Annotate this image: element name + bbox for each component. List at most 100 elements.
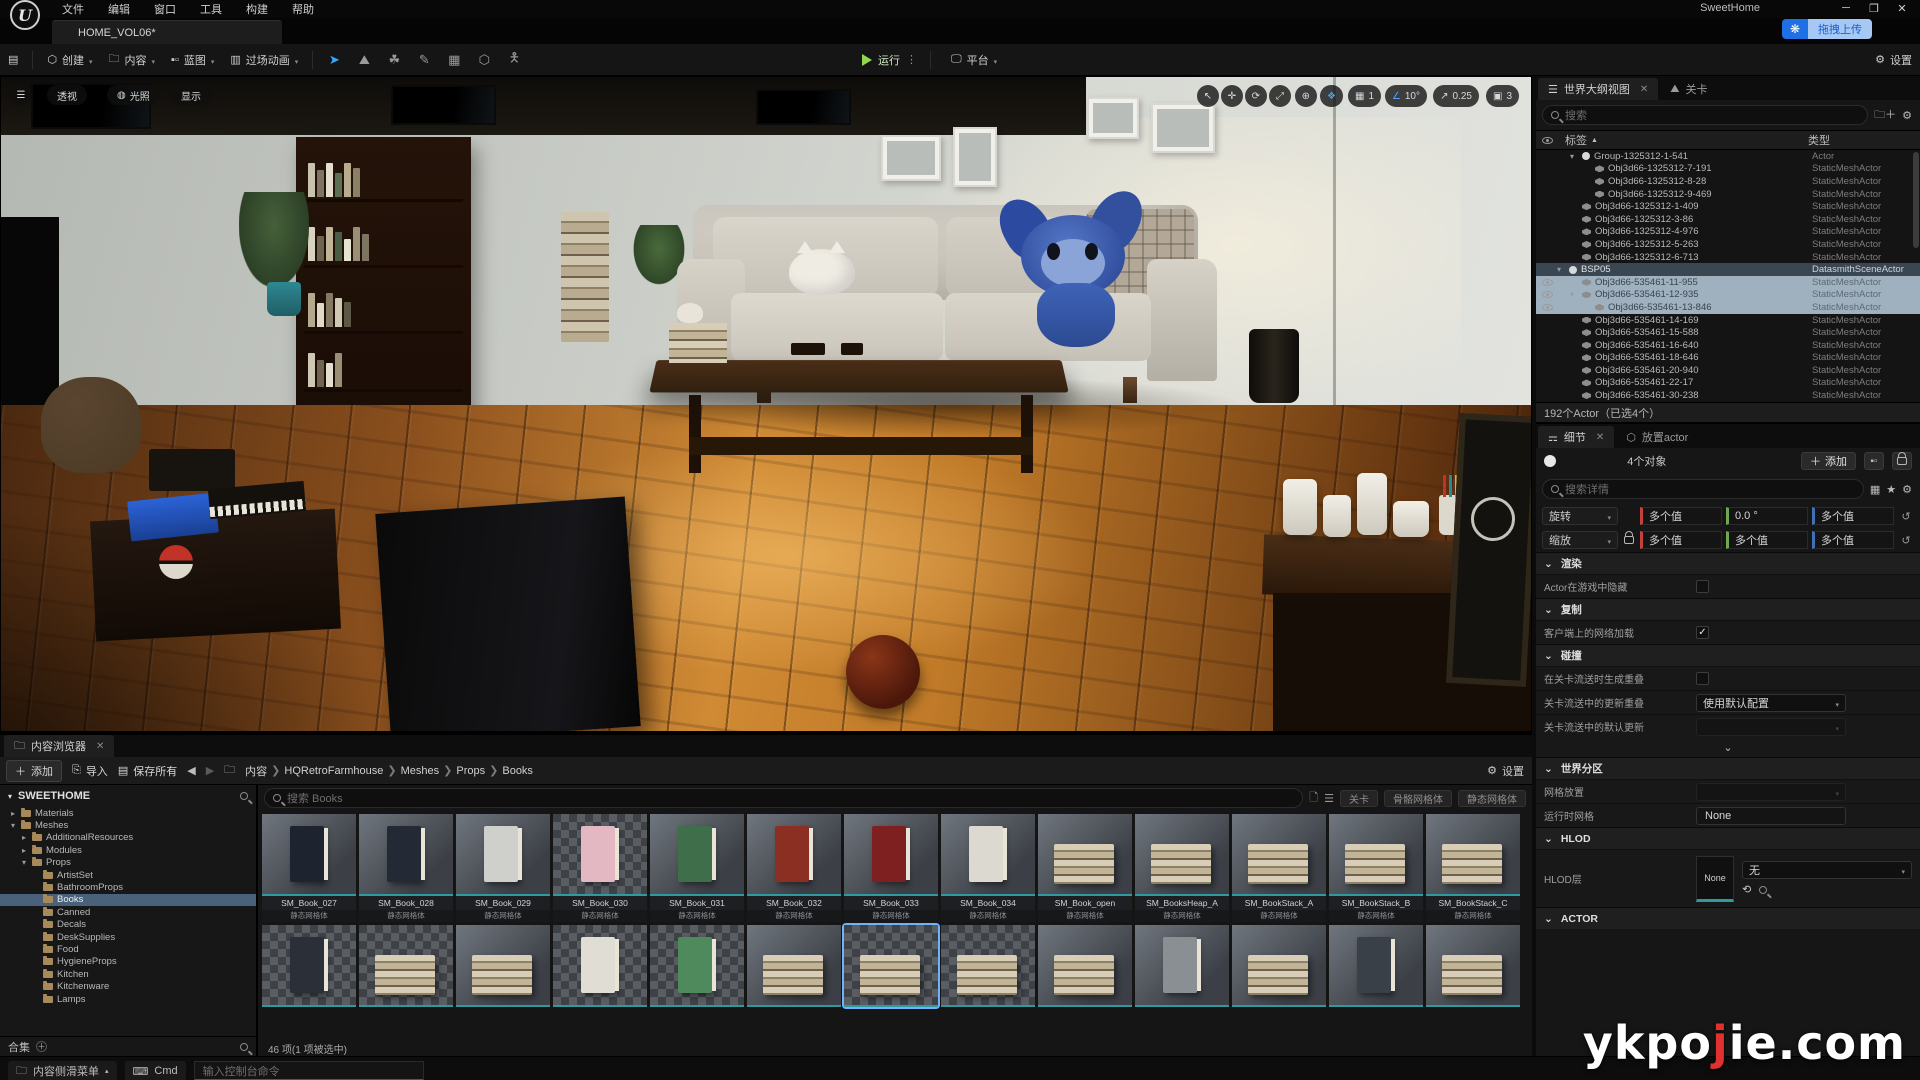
outliner-row[interactable]: Obj3d66-1325312-4-976StaticMeshActor [1536,226,1920,239]
asset-item[interactable]: SM_BookStack_B静态网格体 [1329,814,1423,922]
asset-item[interactable]: SM_Book_032静态网格体 [747,814,841,922]
forward-icon[interactable]: ▶ [206,764,214,777]
property-textbox[interactable]: None [1696,807,1846,825]
asset-item[interactable] [1329,925,1423,1007]
expander-icon[interactable]: ▸ [11,809,21,818]
tree-item-Kitchenware[interactable]: Kitchenware [0,980,256,992]
outliner-row[interactable]: Obj3d66-1325312-6-713StaticMeshActor [1536,251,1920,264]
property-checkbox[interactable] [1696,672,1709,685]
asset-item[interactable]: SM_Book_033静态网格体 [844,814,938,922]
filter-chip-骨骼网格体[interactable]: 骨骼网格体 [1384,790,1452,807]
outliner-row[interactable]: ▾BSP05DatasmithSceneActor [1536,263,1920,276]
breadcrumb-Meshes[interactable]: Meshes [401,765,440,777]
outliner-row[interactable]: Obj3d66-1325312-3-86StaticMeshActor [1536,213,1920,226]
transform-z-value[interactable]: 多个值 [1812,507,1894,525]
outliner-row[interactable]: Obj3d66-535461-11-955StaticMeshActor [1536,276,1920,289]
outliner-row[interactable]: Obj3d66-535461-16-640StaticMeshActor [1536,339,1920,352]
outliner-scrollbar[interactable] [1913,152,1919,248]
play-options-icon[interactable]: ⋮ [906,53,918,66]
asset-item[interactable] [941,925,1035,1007]
filter-chip-静态网格体[interactable]: 静态网格体 [1458,790,1526,807]
perspective-button[interactable]: 透视 [47,85,87,105]
details-tab[interactable]: ⚎ 细节 ✕ [1538,426,1614,448]
lock-icon[interactable] [1892,452,1912,470]
display-filter-icon[interactable]: ▦ [1870,483,1880,496]
cmd-selector[interactable]: ⌨ Cmd [125,1061,186,1080]
expander-icon[interactable]: ▸ [22,846,32,855]
minimize-button[interactable]: ─ [1832,0,1860,16]
visibility-eye-icon[interactable] [1542,291,1553,298]
hlod-dropdown[interactable]: 无▾ [1742,861,1912,879]
asset-item[interactable] [747,925,841,1007]
cinematics-button[interactable]: ▥过场动画▾ [222,48,306,72]
outliner-row[interactable]: Obj3d66-1325312-5-263StaticMeshActor [1536,238,1920,251]
add-component-button[interactable]: ＋添加 [1801,452,1856,470]
outliner-row[interactable]: Obj3d66-535461-18-646StaticMeshActor [1536,352,1920,365]
reset-icon[interactable]: ↺ [1898,534,1914,547]
section-header-复制[interactable]: ⌄复制 [1536,598,1920,620]
transform-type-dropdown[interactable]: 旋转▾ [1542,507,1618,525]
outliner-row[interactable]: Obj3d66-535461-14-169StaticMeshActor [1536,314,1920,327]
search-icon[interactable] [240,792,248,800]
breadcrumb-内容[interactable]: 内容 [245,763,267,779]
asset-item[interactable]: SM_Book_027静态网格体 [262,814,356,922]
transform-y-value[interactable]: 0.0 ° [1726,507,1808,525]
search-icon[interactable] [240,1043,248,1051]
outliner-row[interactable]: Obj3d66-535461-13-846StaticMeshActor [1536,301,1920,314]
outliner-row[interactable]: Obj3d66-535461-30-238StaticMeshActor [1536,389,1920,402]
expander-icon[interactable]: ▾ [1557,265,1567,274]
reset-icon[interactable]: ↺ [1898,510,1914,523]
asset-item[interactable] [262,925,356,1007]
outliner-row[interactable]: Obj3d66-535461-15-588StaticMeshActor [1536,326,1920,339]
breadcrumb-Props[interactable]: Props [456,765,485,777]
scale-snap-button[interactable]: ↗0.25 [1433,85,1479,107]
menu-文件[interactable]: 文件 [50,0,96,19]
outliner-row[interactable]: Obj3d66-535461-22-17StaticMeshActor [1536,377,1920,390]
menu-帮助[interactable]: 帮助 [280,0,326,19]
save-all-button[interactable]: ▤保存所有 [118,763,177,779]
landscape-mode-icon[interactable]: ⛰ [349,49,379,71]
browse-icon[interactable] [1759,886,1767,894]
tree-item-Canned[interactable]: Canned [0,906,256,918]
select-mode-icon[interactable]: ➤ [319,49,349,71]
asset-item[interactable]: SM_Book_open静态网格体 [1038,814,1132,922]
tree-item-Kitchen[interactable]: Kitchen [0,968,256,980]
outliner-tab[interactable]: ☰ 世界大纲视图 ✕ [1538,78,1658,100]
asset-item[interactable] [1038,925,1132,1007]
transform-z-value[interactable]: 多个值 [1812,531,1894,549]
hlod-thumbnail[interactable]: None [1696,856,1734,902]
console-input[interactable]: 输入控制台命令 [194,1061,424,1080]
back-icon[interactable]: ◀ [187,764,195,777]
asset-item[interactable] [844,925,938,1007]
tree-item-Meshes[interactable]: ▾Meshes [0,819,256,831]
section-header-世界分区[interactable]: ⌄世界分区 [1536,757,1920,779]
expander-icon[interactable]: ▾ [11,821,21,830]
transform-x-value[interactable]: 多个值 [1640,507,1722,525]
viewport-options-button[interactable]: ☰ [11,85,31,105]
outliner-search-input[interactable]: 搜索 [1542,105,1868,125]
play-label[interactable]: 运行 [878,52,900,68]
place-actors-tab[interactable]: ⬡ 放置actor [1616,426,1698,448]
section-header-HLOD[interactable]: ⌄HLOD [1536,827,1920,849]
asset-search-input[interactable]: 搜索 Books [264,788,1303,808]
tree-item-ArtistSet[interactable]: ArtistSet [0,869,256,881]
expander-icon[interactable]: ▾ [22,858,32,867]
new-folder-icon[interactable]: 🗀＋ [1874,106,1896,125]
outliner-row[interactable]: ▾Group-1325312-1-541Actor [1536,150,1920,163]
use-asset-icon[interactable]: ⟲ [1742,883,1751,896]
favorites-icon[interactable]: ★ [1886,483,1896,496]
tree-item-Food[interactable]: Food [0,943,256,955]
details-search-input[interactable]: 搜索详情 [1542,479,1864,499]
lock-icon[interactable] [1624,536,1634,544]
tree-item-AdditionalResources[interactable]: ▸AdditionalResources [0,832,256,844]
asset-item[interactable]: SM_Book_028静态网格体 [359,814,453,922]
levels-tab[interactable]: ⛰ 关卡 [1660,78,1717,100]
paint-mode-icon[interactable]: ✎ [409,49,439,71]
content-button[interactable]: 🗀内容▾ [101,46,164,73]
menu-工具[interactable]: 工具 [188,0,234,19]
outliner-row[interactable]: ▾Obj3d66-535461-12-935StaticMeshActor [1536,289,1920,302]
surface-snap-icon[interactable]: ❖ [1320,85,1343,107]
rotate-tool-icon[interactable]: ⟳ [1245,85,1267,107]
import-button[interactable]: ⎘导入 [72,763,108,779]
tree-item-Modules[interactable]: ▸Modules [0,844,256,856]
